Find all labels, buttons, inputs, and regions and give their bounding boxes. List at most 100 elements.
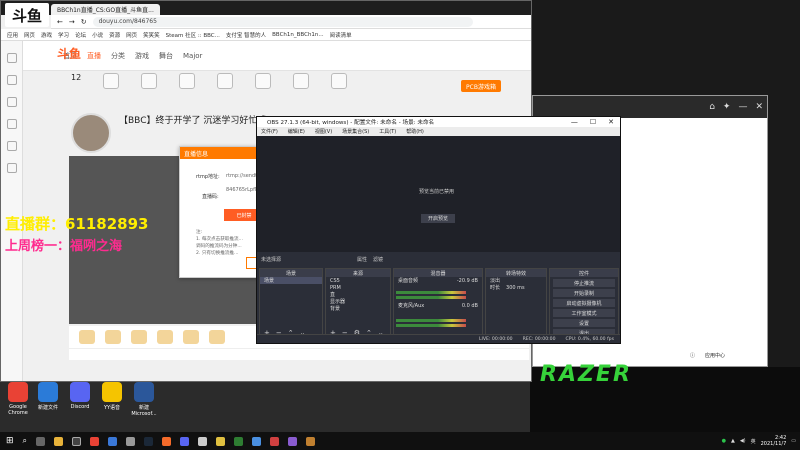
code-value[interactable]: 846765rLpfN bbox=[226, 187, 259, 193]
desktop-icon-yy[interactable]: YY语音 bbox=[94, 382, 130, 411]
transition-select[interactable]: 淡出 bbox=[486, 277, 546, 284]
maximize-icon[interactable]: ☐ bbox=[590, 118, 596, 126]
gift-icon[interactable] bbox=[105, 330, 121, 344]
rtmp-value[interactable]: rtmp://sendt bbox=[226, 173, 257, 179]
feature-icon[interactable] bbox=[141, 73, 158, 89]
bookmark-item[interactable]: 阅读清单 bbox=[330, 31, 352, 39]
desktop-icon-file[interactable]: 新建文件 bbox=[30, 382, 66, 411]
settings-button[interactable]: 设置 bbox=[553, 319, 615, 327]
network-icon[interactable]: ▲ bbox=[731, 438, 735, 444]
properties-button[interactable]: 属性 bbox=[357, 256, 367, 263]
enable-preview-button[interactable]: 开启预览 bbox=[421, 214, 455, 223]
bookmark-item[interactable]: 资源 bbox=[109, 31, 120, 39]
bookmark-item[interactable]: 支付宝 智慧的人 bbox=[226, 31, 266, 39]
source-item[interactable]: PRM bbox=[326, 284, 390, 291]
pcb-button[interactable]: PCB游戏箱 bbox=[461, 80, 501, 92]
filters-button[interactable]: 滤镜 bbox=[373, 256, 383, 263]
wechat-icon[interactable]: ● bbox=[722, 438, 726, 444]
task-view-icon[interactable] bbox=[36, 436, 46, 446]
gift-icon[interactable] bbox=[131, 330, 147, 344]
bookmark-item[interactable]: 笑笑笑 bbox=[143, 31, 160, 39]
bookmark-item[interactable]: 论坛 bbox=[75, 31, 86, 39]
app-taskbar-icon[interactable] bbox=[162, 436, 172, 446]
duration-value[interactable]: 300 ms bbox=[506, 285, 525, 291]
gift-icon[interactable] bbox=[183, 330, 199, 344]
clock[interactable]: 2:42 2021/11/7 bbox=[761, 435, 787, 447]
streamer-avatar[interactable] bbox=[71, 113, 111, 153]
menu-help[interactable]: 帮助(H) bbox=[406, 128, 424, 135]
search-icon[interactable]: ⌕ bbox=[23, 436, 27, 446]
source-item[interactable]: 背景 bbox=[326, 305, 390, 312]
volume-slider[interactable] bbox=[396, 296, 466, 299]
chrome-taskbar-icon[interactable] bbox=[90, 436, 100, 446]
nav-games[interactable]: 游戏 bbox=[135, 51, 149, 61]
source-item[interactable]: 直 bbox=[326, 291, 390, 298]
app-taskbar-icon[interactable] bbox=[306, 436, 316, 446]
notification-icon[interactable]: ▭ bbox=[791, 438, 796, 444]
minimize-icon[interactable]: — bbox=[738, 102, 747, 112]
ime-indicator[interactable]: 英 bbox=[751, 438, 756, 445]
bookmark-item[interactable]: Steam 社区 :: BBC... bbox=[166, 31, 220, 39]
feature-icon[interactable] bbox=[331, 73, 348, 89]
steam-taskbar-icon[interactable] bbox=[144, 436, 154, 446]
reload-icon[interactable]: ↻ bbox=[81, 18, 87, 26]
scene-item[interactable]: 场景 bbox=[260, 277, 322, 284]
info-icon[interactable]: ⓘ bbox=[690, 352, 695, 359]
volume-slider[interactable] bbox=[396, 324, 466, 327]
studio-mode-button[interactable]: 工作室模式 bbox=[553, 309, 615, 317]
app-taskbar-icon[interactable] bbox=[198, 436, 208, 446]
browser-tab[interactable]: BBCh1n直播_CS:GO直播_斗鱼直... bbox=[51, 4, 160, 15]
feature-icon[interactable] bbox=[255, 73, 272, 89]
app-taskbar-icon[interactable] bbox=[108, 436, 118, 446]
volume-icon[interactable]: ◀) bbox=[740, 438, 746, 444]
feature-icon[interactable] bbox=[103, 73, 120, 89]
app-taskbar-icon[interactable] bbox=[180, 436, 190, 446]
desktop-icon-word[interactable]: 新建 Microsof... bbox=[126, 382, 162, 417]
feature-icon[interactable] bbox=[179, 73, 196, 89]
obs-window[interactable]: OBS 27.1.3 (64-bit, windows) - 配置文件: 未命名… bbox=[256, 116, 621, 344]
sidebar-icon[interactable] bbox=[6, 141, 17, 151]
nav-live[interactable]: 直播 bbox=[87, 51, 101, 61]
obs-taskbar-icon[interactable] bbox=[72, 436, 82, 446]
app-taskbar-icon[interactable] bbox=[252, 436, 262, 446]
bookmark-item[interactable]: 小说 bbox=[92, 31, 103, 39]
source-item[interactable]: 显示器 bbox=[326, 298, 390, 305]
app-taskbar-icon[interactable] bbox=[234, 436, 244, 446]
sidebar-icon[interactable] bbox=[6, 53, 17, 63]
feature-icon[interactable] bbox=[293, 73, 310, 89]
sidebar-icon[interactable] bbox=[6, 119, 17, 129]
menu-scene-collection[interactable]: 场景集合(S) bbox=[342, 128, 369, 135]
bookmark-item[interactable]: BBCh1n_BBCh1n... bbox=[272, 32, 324, 38]
feature-icon[interactable] bbox=[217, 73, 234, 89]
desktop-icon-discord[interactable]: Discord bbox=[62, 382, 98, 410]
gamepad-icon[interactable]: ✦ bbox=[723, 102, 731, 112]
app-taskbar-icon[interactable] bbox=[270, 436, 280, 446]
minimize-icon[interactable]: — bbox=[571, 118, 578, 126]
menu-tools[interactable]: 工具(T) bbox=[379, 128, 396, 135]
home-icon[interactable]: ⌂ bbox=[709, 102, 715, 112]
site-brand[interactable]: 斗鱼 bbox=[57, 45, 81, 62]
menu-view[interactable]: 视图(V) bbox=[315, 128, 332, 135]
close-icon[interactable]: ✕ bbox=[755, 102, 763, 112]
nav-major[interactable]: Major bbox=[183, 52, 202, 60]
gift-icon[interactable] bbox=[209, 330, 225, 344]
source-item[interactable]: CS5 bbox=[326, 277, 390, 284]
bookmark-item[interactable]: 应用 bbox=[7, 31, 18, 39]
start-icon[interactable]: ⊞ bbox=[6, 436, 14, 446]
gift-icon[interactable] bbox=[157, 330, 173, 344]
gift-icon[interactable] bbox=[79, 330, 95, 344]
explorer-icon[interactable] bbox=[54, 436, 64, 446]
start-recording-button[interactable]: 开始录制 bbox=[553, 289, 615, 297]
menu-edit[interactable]: 编辑(E) bbox=[288, 128, 305, 135]
sidebar-icon[interactable] bbox=[6, 97, 17, 107]
app-taskbar-icon[interactable] bbox=[288, 436, 298, 446]
nav-category[interactable]: 分类 bbox=[111, 51, 125, 61]
bookmark-item[interactable]: 学习 bbox=[58, 31, 69, 39]
sidebar-icon[interactable] bbox=[6, 163, 17, 173]
back-icon[interactable]: ← bbox=[57, 18, 63, 26]
bookmark-item[interactable]: 游戏 bbox=[41, 31, 52, 39]
stop-stream-button[interactable]: 停止推流 bbox=[553, 279, 615, 287]
nav-stage[interactable]: 舞台 bbox=[159, 51, 173, 61]
forward-icon[interactable]: → bbox=[69, 18, 75, 26]
url-field[interactable]: douyu.com/846765 bbox=[92, 16, 473, 27]
